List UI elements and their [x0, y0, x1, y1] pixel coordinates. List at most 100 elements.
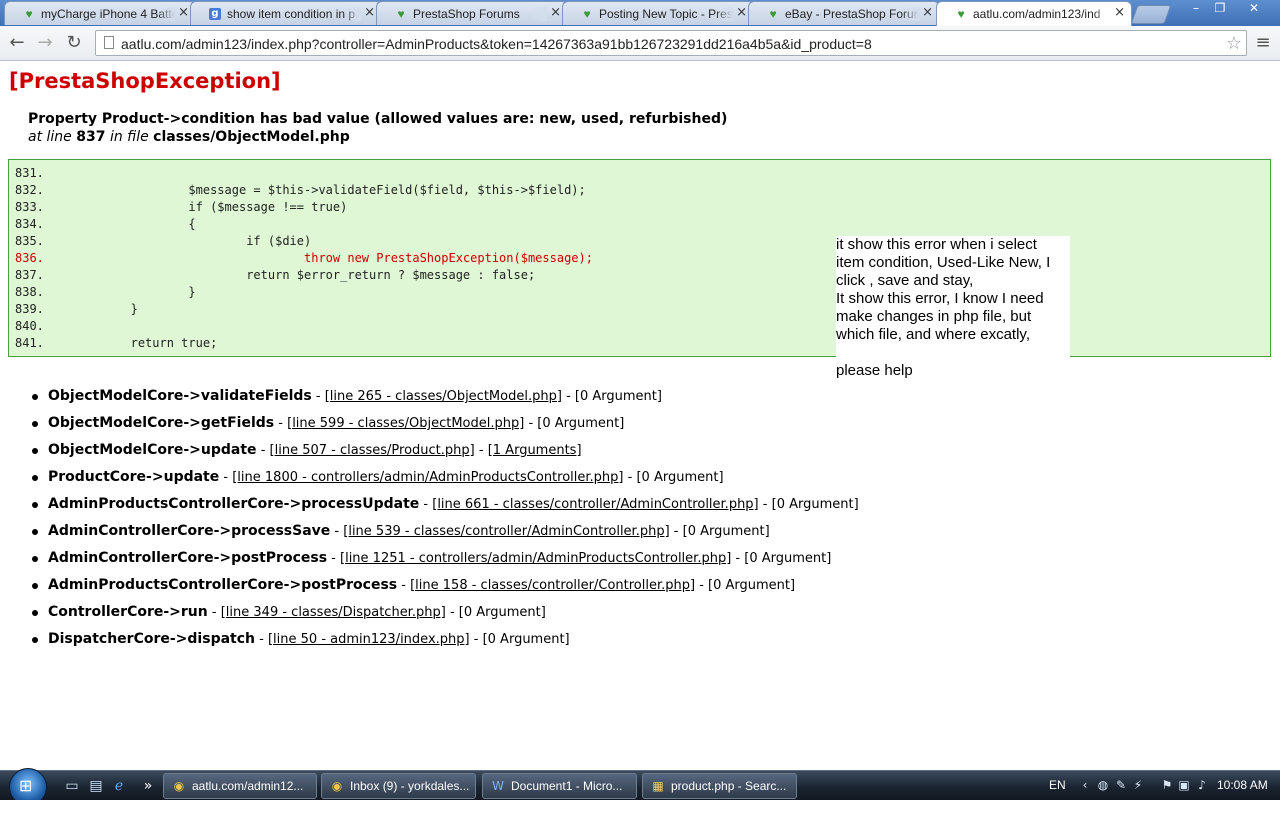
chrome-icon: ◉ [331, 779, 343, 793]
word-icon: W [492, 779, 504, 793]
url-text[interactable]: aatlu.com/admin123/index.php?controller=… [121, 36, 872, 52]
page-content: [PrestaShopException] Property Product->… [0, 61, 1280, 771]
reload-icon[interactable]: ↻ [63, 32, 85, 54]
trace-file-link[interactable]: [line 158 - classes/controller/Controlle… [410, 578, 695, 593]
search-folder-icon: ▦ [652, 779, 664, 793]
close-icon[interactable]: × [922, 6, 933, 20]
prestashop-icon: ♥ [957, 7, 965, 21]
bookmark-star-icon[interactable]: ☆ [1226, 33, 1242, 54]
annotation-note: it show this error when i select item co… [836, 236, 1070, 384]
note-line: which file, and where excatly, [836, 326, 1030, 343]
taskbar-item-document1[interactable]: W Document1 - Micro... [482, 773, 637, 799]
taskbar-item-aatlu[interactable]: ◉ aatlu.com/admin12... [163, 773, 317, 799]
close-icon[interactable]: × [1114, 6, 1125, 20]
tab-aatlu-admin[interactable]: ♥ aatlu.com/admin123/ind × [936, 1, 1132, 26]
trace-file-link[interactable]: [line 1251 - controllers/admin/AdminProd… [340, 551, 731, 566]
browser-tab-strip: ♥ myCharge iPhone 4 Batte × g show item … [0, 0, 1280, 26]
back-arrow-icon[interactable]: ← [6, 32, 28, 54]
code-line-error: 836. throw new PrestaShopException($mess… [15, 251, 593, 265]
trace-file-link[interactable]: [line 507 - classes/Product.php] [270, 443, 475, 458]
tab-title: eBay - PrestaShop Forum [785, 7, 919, 21]
tab-title: aatlu.com/admin123/ind [973, 7, 1111, 21]
trace-file-link[interactable]: [line 265 - classes/ObjectModel.php] [325, 389, 562, 404]
action-center-flag-icon[interactable]: ⚑ [1160, 778, 1174, 792]
trace-item: AdminProductsControllerCore->postProcess… [30, 576, 859, 603]
trace-item: ProductCore->update - [line 1800 - contr… [30, 468, 859, 495]
explorer-icon[interactable]: ▤ [88, 778, 104, 794]
trace-args: [0 Argument] [458, 605, 546, 620]
chrome-icon: ◉ [173, 779, 185, 793]
restore-icon[interactable]: ❐ [1208, 0, 1232, 18]
close-icon[interactable]: × [736, 6, 747, 20]
taskbar-item-inbox[interactable]: ◉ Inbox (9) - yorkdales... [321, 773, 476, 799]
tray-expand-icon[interactable]: ‹ [1078, 778, 1092, 792]
page-icon [104, 36, 114, 49]
trace-file-link[interactable]: [line 349 - classes/Dispatcher.php] [221, 605, 446, 620]
code-line: 840. [15, 319, 44, 333]
network-globe-icon[interactable]: ◍ [1096, 778, 1110, 792]
quicklaunch-overflow-icon[interactable]: » [140, 778, 156, 794]
usb-icon[interactable]: ⚡ [1131, 778, 1145, 792]
trace-item: ObjectModelCore->update - [line 507 - cl… [30, 441, 859, 468]
tab-title: show item condition in p [227, 7, 361, 21]
code-excerpt: 831. 832. $message = $this->validateFiel… [8, 159, 1271, 357]
clock[interactable]: 10:08 AM [1217, 771, 1268, 801]
trace-item: ObjectModelCore->validateFields - [line … [30, 387, 859, 414]
note-line [836, 344, 1070, 362]
file-name: classes/ObjectModel.php [153, 129, 350, 145]
prestashop-icon: ♥ [25, 7, 33, 21]
tab-mycharge[interactable]: ♥ myCharge iPhone 4 Batte × [4, 1, 196, 25]
trace-file-link[interactable]: [line 539 - classes/controller/AdminCont… [343, 524, 669, 539]
browser-toolbar: ← → ↻ aatlu.com/admin123/index.php?contr… [0, 26, 1280, 61]
code-line: 833. if ($message !== true) [15, 200, 348, 214]
trace-item: AdminControllerCore->postProcess - [line… [30, 549, 859, 576]
note-line: It show this error, I know I need [836, 290, 1044, 307]
menu-icon[interactable]: ≡ [1254, 34, 1272, 52]
trace-args: [0 Argument] [744, 551, 832, 566]
trace-args-link[interactable]: [1 Arguments] [488, 443, 582, 458]
minimize-icon[interactable]: – [1184, 0, 1208, 18]
trace-args: [0 Argument] [574, 389, 662, 404]
exception-message: Property Product->condition has bad valu… [28, 111, 728, 127]
bluetooth-icon[interactable]: ✎ [1114, 778, 1128, 792]
trace-item: DispatcherCore->dispatch - [line 50 - ad… [30, 630, 859, 657]
window-close-icon[interactable]: ✕ [1238, 0, 1270, 18]
close-icon[interactable]: × [364, 6, 375, 20]
tab-show-item-condition[interactable]: g show item condition in p × [190, 1, 382, 25]
trace-file-link[interactable]: [line 661 - classes/controller/AdminCont… [432, 497, 758, 512]
show-desktop-icon[interactable]: ▭ [64, 778, 80, 794]
note-line: click , save and stay, [836, 272, 974, 289]
trace-file-link[interactable]: [line 1800 - controllers/admin/AdminProd… [232, 470, 623, 485]
code-line: 841. return true; [15, 336, 218, 350]
internet-explorer-icon[interactable]: ℯ [111, 778, 127, 794]
trace-args: [0 Argument] [708, 578, 796, 593]
code-line: 832. $message = $this->validateField($fi… [15, 183, 586, 197]
code-line: 839. } [15, 302, 138, 316]
new-tab-button[interactable] [1130, 5, 1172, 24]
prestashop-icon: ♥ [769, 7, 777, 21]
note-line: it show this error when i select [836, 236, 1037, 253]
tab-prestashop-forums[interactable]: ♥ PrestaShop Forums × [376, 1, 568, 25]
close-icon[interactable]: × [178, 6, 189, 20]
google-icon: g [209, 8, 221, 20]
trace-args: [0 Argument] [682, 524, 770, 539]
code-line: 834. { [15, 217, 196, 231]
forward-arrow-icon[interactable]: → [34, 32, 56, 54]
trace-file-link[interactable]: [line 599 - classes/ObjectModel.php] [287, 416, 524, 431]
tab-posting-new-topic[interactable]: ♥ Posting New Topic - Pres × [562, 1, 754, 25]
language-indicator[interactable]: EN [1049, 771, 1066, 801]
volume-icon[interactable]: ♪ [1195, 778, 1209, 792]
trace-item: ControllerCore->run - [line 349 - classe… [30, 603, 859, 630]
tab-ebay-prestashop[interactable]: ♥ eBay - PrestaShop Forum × [748, 1, 940, 25]
code-line: 835. if ($die) [15, 234, 312, 248]
taskbar-item-product-search[interactable]: ▦ product.php - Searc... [642, 773, 797, 799]
trace-file-link[interactable]: [line 50 - admin123/index.php] [268, 632, 470, 647]
address-bar[interactable]: aatlu.com/admin123/index.php?controller=… [95, 30, 1247, 56]
at-line-label: at line [28, 129, 72, 145]
code-line: 831. [15, 166, 44, 180]
trace-item: ObjectModelCore->getFields - [line 599 -… [30, 414, 859, 441]
exception-title: [PrestaShopException] [9, 69, 281, 93]
network-icon[interactable]: ▣ [1177, 778, 1191, 792]
line-number: 837 [76, 129, 106, 145]
close-icon[interactable]: × [550, 6, 561, 20]
